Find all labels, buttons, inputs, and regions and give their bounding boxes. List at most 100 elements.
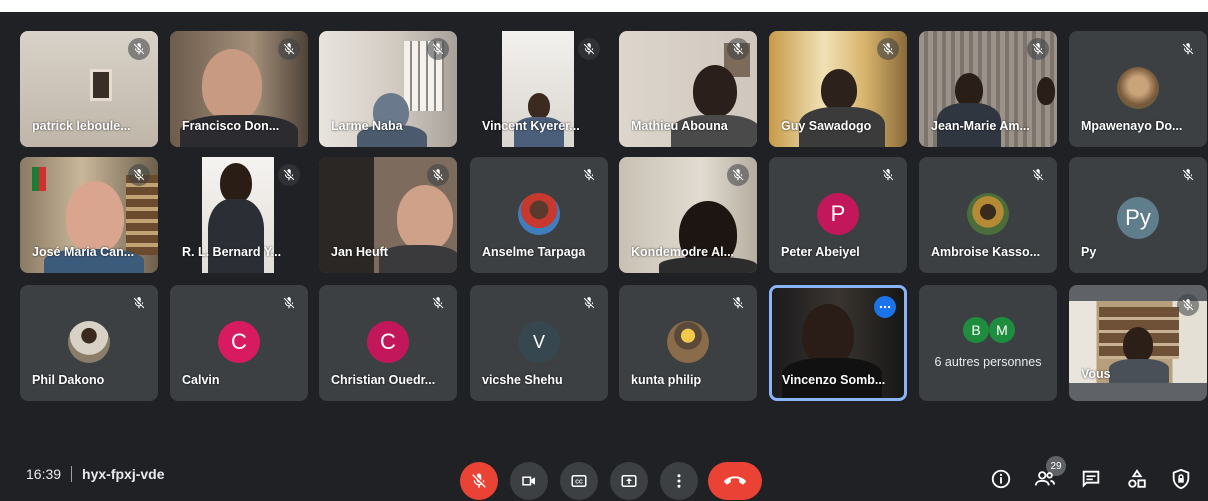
participant-tile[interactable]: Mathieu Abouna bbox=[619, 31, 757, 147]
avatar: B bbox=[963, 317, 989, 343]
participant-name: Mpawenayo Do... bbox=[1081, 119, 1183, 133]
other-participants-tile[interactable]: B M 6 autres personnes bbox=[919, 285, 1057, 401]
chat-button[interactable] bbox=[1078, 466, 1104, 492]
mic-off-icon bbox=[1177, 38, 1199, 60]
mic-off-icon bbox=[128, 38, 150, 60]
participant-face bbox=[397, 185, 453, 251]
participant-tile[interactable]: Jean-Marie Am... bbox=[919, 31, 1057, 147]
participant-name: Vous bbox=[1081, 367, 1111, 381]
mic-off-icon bbox=[578, 164, 600, 186]
mic-off-icon bbox=[128, 292, 150, 314]
videocam-icon bbox=[522, 476, 535, 486]
mic-off-icon bbox=[578, 38, 600, 60]
divider bbox=[71, 466, 73, 482]
participant-name: Vincenzo Somb... bbox=[782, 373, 886, 387]
mic-off-icon bbox=[278, 292, 300, 314]
mic-off-icon bbox=[877, 38, 899, 60]
participant-tile[interactable]: P Peter Abeiyel bbox=[769, 157, 907, 273]
mic-toggle-button[interactable] bbox=[460, 462, 498, 500]
host-controls-button[interactable] bbox=[1168, 466, 1194, 492]
avatar: P bbox=[817, 193, 859, 235]
participant-tile[interactable]: José Maria Can... bbox=[20, 157, 158, 273]
self-view-tile[interactable]: Vous bbox=[1069, 285, 1207, 401]
mic-off-icon bbox=[427, 164, 449, 186]
participant-name: Calvin bbox=[182, 373, 220, 387]
participant-tile[interactable]: Phil Dakono bbox=[20, 285, 158, 401]
mic-off-icon bbox=[727, 292, 749, 314]
participant-name: Francisco Don... bbox=[182, 119, 280, 133]
flag bbox=[32, 167, 46, 191]
wall-frame bbox=[90, 69, 112, 101]
participant-face bbox=[220, 163, 252, 203]
participant-name: Christian Ouedr... bbox=[331, 373, 436, 387]
camera-toggle-button[interactable] bbox=[510, 462, 548, 500]
participant-tile[interactable]: Mpawenayo Do... bbox=[1069, 31, 1207, 147]
captions-button[interactable]: CC bbox=[560, 462, 598, 500]
participant-tile[interactable]: Vincent Kyerer... bbox=[470, 31, 608, 147]
participant-body bbox=[208, 199, 264, 273]
participant-tile[interactable]: Anselme Tarpaga bbox=[470, 157, 608, 273]
participant-tile[interactable]: Ambroise Kasso... bbox=[919, 157, 1057, 273]
meeting-details-button[interactable] bbox=[988, 466, 1014, 492]
participant-name: Mathieu Abouna bbox=[631, 119, 728, 133]
activities-button[interactable] bbox=[1124, 466, 1150, 492]
clock: 16:39 bbox=[26, 466, 62, 482]
mic-off-icon bbox=[1027, 164, 1049, 186]
participant-name: Peter Abeiyel bbox=[781, 245, 860, 259]
participant-tile[interactable]: Jan Heuft bbox=[319, 157, 457, 273]
people-button[interactable] bbox=[1032, 466, 1058, 492]
participant-face bbox=[202, 49, 262, 121]
participant-name: Guy Sawadogo bbox=[781, 119, 872, 133]
mic-off-icon bbox=[578, 292, 600, 314]
participant-face bbox=[693, 65, 737, 117]
participant-body bbox=[1109, 359, 1169, 383]
mic-off-icon bbox=[427, 38, 449, 60]
participant-name: Kondemodre Al... bbox=[631, 245, 735, 259]
more-options-icon[interactable] bbox=[874, 296, 896, 318]
participant-name: José Maria Can... bbox=[32, 245, 135, 259]
participant-name: Ambroise Kasso... bbox=[931, 245, 1041, 259]
participant-tile-active-speaker[interactable]: Vincenzo Somb... bbox=[769, 285, 907, 401]
mic-off-icon bbox=[128, 164, 150, 186]
participant-name: R. L. Bernard Y... bbox=[182, 245, 282, 259]
profile-photo bbox=[518, 193, 560, 235]
participant-tile[interactable]: R. L. Bernard Y... bbox=[170, 157, 308, 273]
meeting-details: 16:39 hyx-fpxj-vde bbox=[26, 466, 165, 482]
participant-body bbox=[659, 257, 757, 273]
participant-tile[interactable]: V vicshe Shehu bbox=[470, 285, 608, 401]
present-screen-icon bbox=[621, 475, 637, 487]
participant-tile[interactable]: Kondemodre Al... bbox=[619, 157, 757, 273]
participant-tile[interactable]: patrick leboule... bbox=[20, 31, 158, 147]
meeting-code: hyx-fpxj-vde bbox=[82, 466, 165, 482]
participant-tile[interactable]: Larme Naba bbox=[319, 31, 457, 147]
participant-face bbox=[955, 73, 983, 107]
chat-icon bbox=[1082, 470, 1100, 488]
mic-off-icon bbox=[727, 38, 749, 60]
others-label: 6 autres personnes bbox=[934, 355, 1042, 369]
avatar: M bbox=[989, 317, 1015, 343]
participant-name: kunta philip bbox=[631, 373, 702, 387]
more-options-button[interactable] bbox=[660, 462, 698, 500]
participant-tile[interactable]: Francisco Don... bbox=[170, 31, 308, 147]
participant-face bbox=[821, 69, 857, 111]
mic-off-icon bbox=[278, 38, 300, 60]
profile-photo bbox=[967, 193, 1009, 235]
participant-tile[interactable]: C Christian Ouedr... bbox=[319, 285, 457, 401]
avatar: Py bbox=[1117, 197, 1159, 239]
participant-name: vicshe Shehu bbox=[482, 373, 563, 387]
participant-tile[interactable]: Py Py bbox=[1069, 157, 1207, 273]
profile-photo bbox=[1117, 67, 1159, 109]
participant-face bbox=[528, 93, 550, 119]
mic-off-icon bbox=[727, 164, 749, 186]
participant-tile[interactable]: Guy Sawadogo bbox=[769, 31, 907, 147]
profile-photo bbox=[68, 321, 110, 363]
present-button[interactable] bbox=[610, 462, 648, 500]
participant-name: Py bbox=[1081, 245, 1097, 259]
hang-up-button[interactable] bbox=[708, 462, 762, 500]
more-options-icon bbox=[677, 474, 681, 488]
participant-tile[interactable]: C Calvin bbox=[170, 285, 308, 401]
participant-tile[interactable]: kunta philip bbox=[619, 285, 757, 401]
participant-face bbox=[1123, 327, 1153, 363]
avatar: V bbox=[518, 321, 560, 363]
participant-name: patrick leboule... bbox=[32, 119, 131, 133]
